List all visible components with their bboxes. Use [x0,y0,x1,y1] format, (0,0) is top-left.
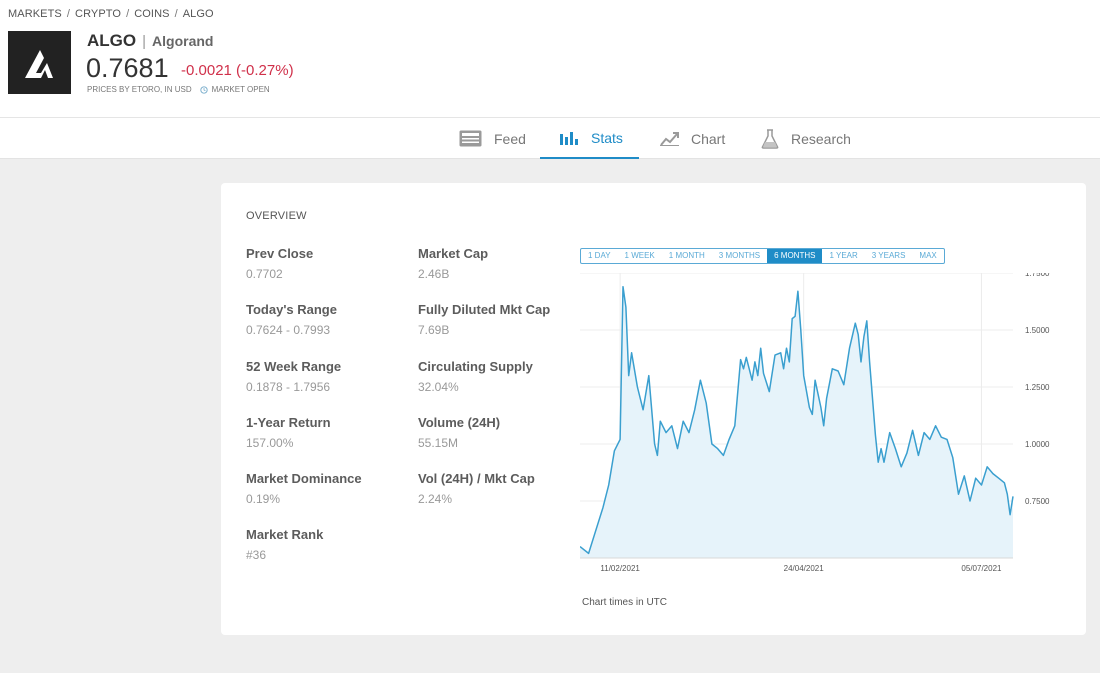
stat-label: Market Cap [418,246,489,261]
stat-label: 1-Year Return [246,415,331,430]
instrument-name: Algorand [152,33,214,49]
stats-icon [560,131,578,145]
range-selector: 1 DAY 1 WEEK 1 MONTH 3 MONTHS 6 MONTHS 1… [580,248,945,264]
instrument-price: 0.7681 [86,53,169,83]
stat-value: 7.69B [418,323,450,337]
instrument-title: ALGO | Algorand [87,31,214,50]
tab-feed[interactable]: Feed [459,118,526,159]
range-max[interactable]: MAX [912,249,943,263]
stat-label: Volume (24H) [418,415,501,430]
tab-bar: Feed Stats Chart Research [0,117,1100,159]
price-chart[interactable]: 1.7500 1.5000 1.2500 1.0000 0.7500 11/02/2021… [580,273,1070,578]
feed-icon [459,130,482,147]
range-1-year[interactable]: 1 YEAR [822,249,864,263]
stat-value: 157.00% [246,436,294,450]
stat-value: 0.1878 - 1.7956 [246,380,331,394]
stat-label: Vol (24H) / Mkt Cap [418,471,535,486]
stat-market-dominance: Market Dominance 0.19% [246,471,416,506]
stat-value: 2.24% [418,492,453,506]
range-6-months[interactable]: 6 MONTHS [767,249,823,263]
overview-title: OVERVIEW [246,210,307,222]
instrument-header: MARKETS / CRYPTO / COINS / ALGO ALGO | Algorand … [0,0,1100,117]
stat-value: 0.7624 - 0.7993 [246,323,331,337]
price-source: PRICES BY ETORO, IN USD [87,85,192,94]
x-tick-label: 24/04/2021 [784,564,825,573]
y-tick-label: 0.7500 [1025,497,1050,506]
stat-label: Market Dominance [246,471,362,486]
breadcrumb-algo[interactable]: ALGO [183,8,214,20]
algorand-logo [8,31,71,94]
stat-market-rank: Market Rank #36 [246,527,416,562]
tab-stats-label: Stats [591,129,623,146]
price-meta: PRICES BY ETORO, IN USD MARKET OPEN [87,85,270,94]
stat-label: Prev Close [246,246,314,261]
stat-circulating-supply: Circulating Supply 32.04% [418,359,588,394]
range-1-week[interactable]: 1 WEEK [618,249,662,263]
stat-label: 52 Week Range [246,359,342,374]
stat-1-year-return: 1-Year Return 157.00% [246,415,416,450]
stat-label: Today's Range [246,302,337,317]
stat-vol-mkt-cap: Vol (24H) / Mkt Cap 2.24% [418,471,588,506]
market-status: MARKET OPEN [211,85,270,94]
range-3-years[interactable]: 3 YEARS [865,249,913,263]
clock-icon [199,85,208,94]
stat-label: Market Rank [246,527,324,542]
y-tick-label: 1.5000 [1025,326,1050,335]
stat-volume-24h: Volume (24H) 55.15M [418,415,588,450]
stat-value: 2.46B [418,267,450,281]
stat-value: 0.19% [246,492,281,506]
stat-prev-close: Prev Close 0.7702 [246,246,416,281]
stat-label: Circulating Supply [418,359,533,374]
stat-value: 0.7702 [246,267,283,281]
y-tick-label: 1.0000 [1025,440,1050,449]
chart-icon [660,132,679,146]
x-tick-label: 05/07/2021 [961,564,1002,573]
tab-chart[interactable]: Chart [660,118,725,159]
stat-value: 32.04% [418,380,459,394]
stat-value: 55.15M [418,436,459,450]
price-change: -0.0021 (-0.27%) [181,62,294,79]
algorand-logo-icon [24,49,53,78]
breadcrumb-coins[interactable]: COINS [134,8,169,20]
overview-card: OVERVIEW Prev Close 0.7702 Today's Range… [221,183,1086,635]
stat-todays-range: Today's Range 0.7624 - 0.7993 [246,302,416,337]
chart-time-note: Chart times in UTC [582,597,668,608]
breadcrumb-crypto[interactable]: CRYPTO [75,8,121,20]
x-tick-label: 11/02/2021 [600,564,640,573]
stat-52-week-range: 52 Week Range 0.1878 - 1.7956 [246,359,416,394]
breadcrumb: MARKETS / CRYPTO / COINS / ALGO [8,8,214,20]
stat-label: Fully Diluted Mkt Cap [418,302,551,317]
tab-research[interactable]: Research [761,118,851,159]
range-1-month[interactable]: 1 MONTH [662,249,712,263]
tab-stats[interactable]: Stats [540,118,639,159]
flask-icon [761,128,779,149]
tab-chart-label: Chart [691,130,726,147]
y-tick-label: 1.2500 [1025,383,1050,392]
stat-value: #36 [246,548,267,562]
range-3-months[interactable]: 3 MONTHS [712,249,767,263]
range-1-day[interactable]: 1 DAY [581,249,618,263]
breadcrumb-markets[interactable]: MARKETS [8,8,62,20]
tab-feed-label: Feed [494,130,526,147]
y-tick-label: 1.7500 [1025,273,1050,278]
stat-fully-diluted-mkt-cap: Fully Diluted Mkt Cap 7.69B [418,302,588,337]
tab-research-label: Research [791,130,851,147]
stat-market-cap: Market Cap 2.46B [418,246,588,281]
instrument-symbol: ALGO [87,31,137,50]
